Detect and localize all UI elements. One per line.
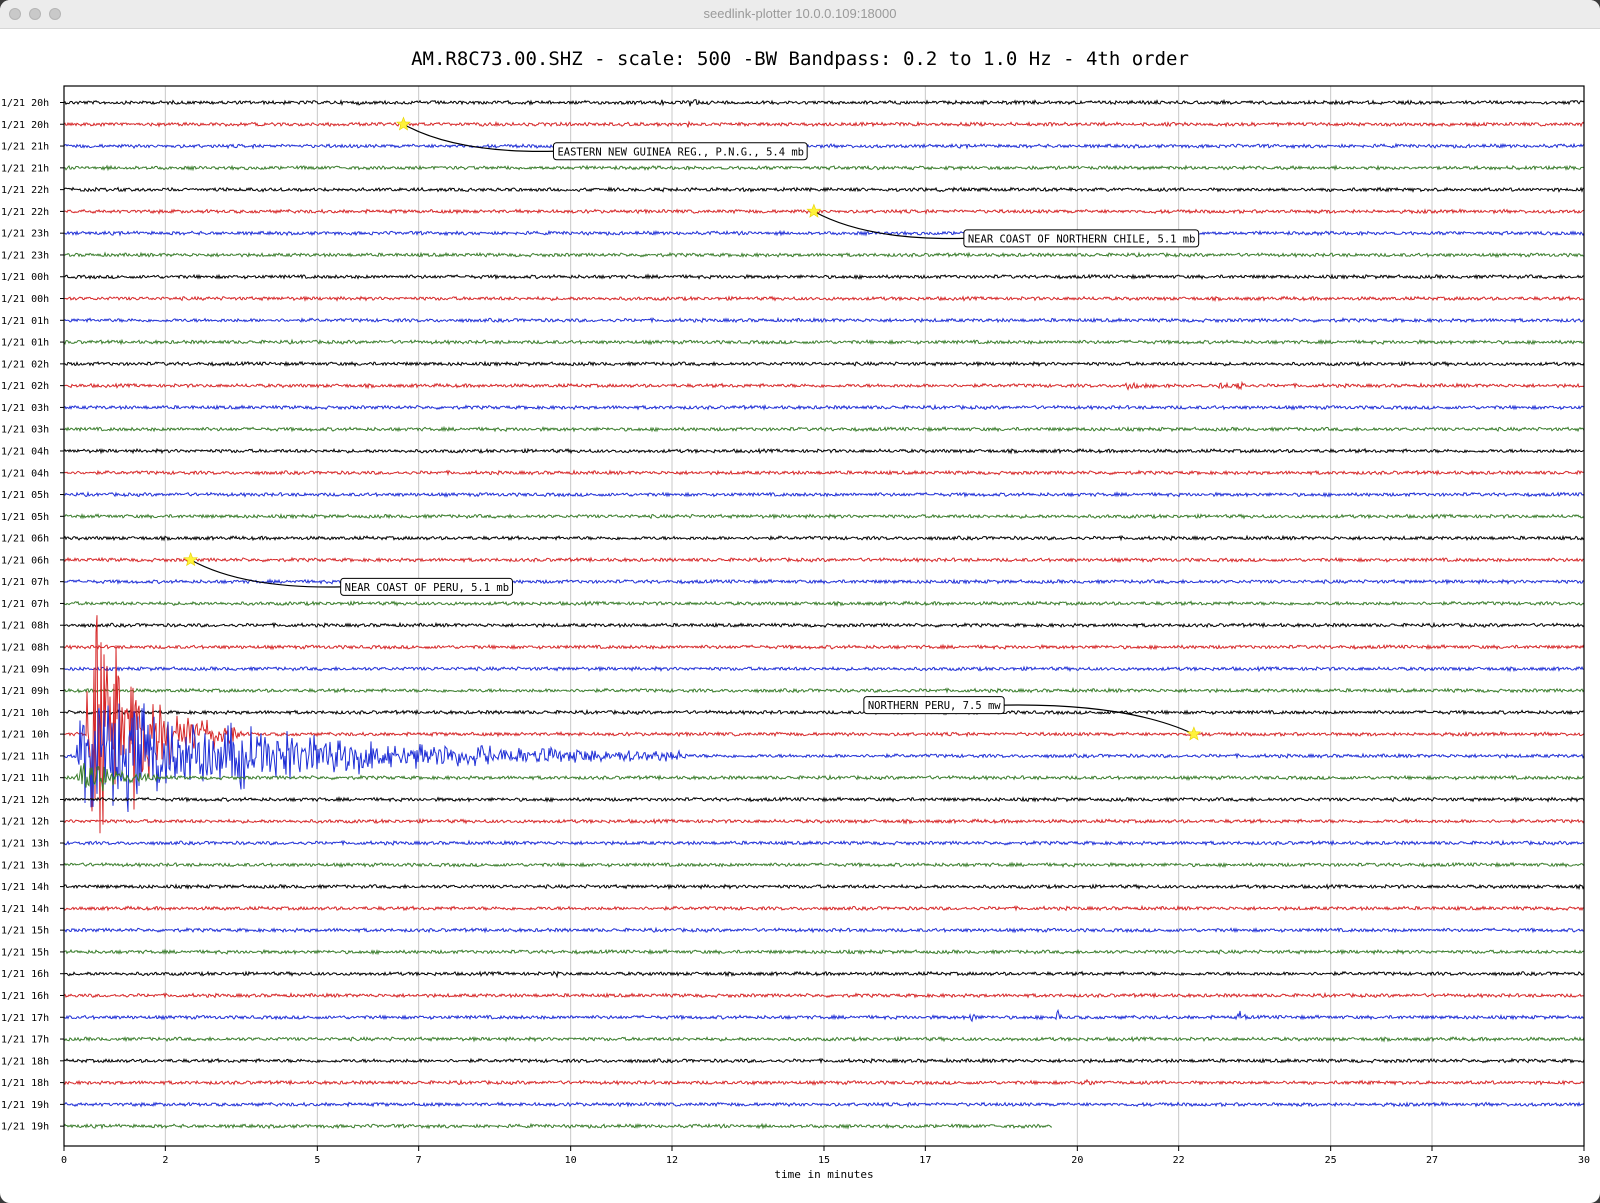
row-label: 1/21 10h <box>1 730 49 741</box>
x-tick-label: 17 <box>919 1155 931 1166</box>
row-label: 1/21 23h <box>1 251 49 262</box>
row-label: 1/21 07h <box>1 577 49 588</box>
row-label: 1/21 19h <box>1 1122 49 1133</box>
row-label: 1/21 11h <box>1 773 49 784</box>
x-tick-label: 10 <box>565 1155 577 1166</box>
row-label: 1/21 01h <box>1 338 49 349</box>
row-label: 1/21 05h <box>1 490 49 501</box>
x-tick-label: 25 <box>1325 1155 1337 1166</box>
x-axis-label: time in minutes <box>774 1168 873 1181</box>
row-label: 1/21 10h <box>1 708 49 719</box>
row-label: 1/21 12h <box>1 795 49 806</box>
row-label: 1/21 15h <box>1 926 49 937</box>
row-label: 1/21 20h <box>1 120 49 131</box>
chart-title: AM.R8C73.00.SHZ - scale: 500 -BW Bandpas… <box>411 48 1189 70</box>
row-label: 1/21 14h <box>1 904 49 915</box>
row-label: 1/21 15h <box>1 947 49 958</box>
event-star-icon <box>1186 726 1202 741</box>
x-tick-label: 30 <box>1578 1155 1590 1166</box>
row-label: 1/21 18h <box>1 1078 49 1089</box>
x-axis: 0 2 5 7 10 12 15 17 20 22 25 27 30 <box>61 1146 1590 1166</box>
row-label: 1/21 20h <box>1 98 49 109</box>
row-label: 1/21 17h <box>1 1013 49 1024</box>
row-label: 1/21 03h <box>1 425 49 436</box>
event-label: NORTHERN PERU, 7.5 mw <box>868 700 1001 712</box>
row-label: 1/21 22h <box>1 207 49 218</box>
grid-lines <box>164 86 1433 1146</box>
row-label: 1/21 21h <box>1 142 49 153</box>
row-label: 1/21 03h <box>1 403 49 414</box>
row-label: 1/21 09h <box>1 686 49 697</box>
row-label: 1/21 00h <box>1 294 49 305</box>
row-label: 1/21 13h <box>1 860 49 871</box>
row-label: 1/21 11h <box>1 751 49 762</box>
row-label: 1/21 07h <box>1 599 49 610</box>
row-label: 1/21 00h <box>1 272 49 283</box>
x-tick-label: 2 <box>162 1155 168 1166</box>
row-label: 1/21 17h <box>1 1035 49 1046</box>
event-label: EASTERN NEW GUINEA REG., P.N.G., 5.4 mb <box>557 146 804 158</box>
event-leader-line <box>190 559 341 588</box>
row-label: 1/21 22h <box>1 185 49 196</box>
title-bar[interactable]: seedlink-plotter 10.0.0.109:18000 <box>0 0 1600 29</box>
event-leader-line <box>1004 704 1195 735</box>
event-label: NEAR COAST OF PERU, 5.1 mb <box>345 582 509 594</box>
row-label: 1/21 08h <box>1 621 49 632</box>
window-title: seedlink-plotter 10.0.0.109:18000 <box>703 6 897 21</box>
event-star-icon <box>183 552 199 567</box>
row-label: 1/21 02h <box>1 381 49 392</box>
row-label: 1/21 13h <box>1 839 49 850</box>
row-label: 1/21 16h <box>1 969 49 980</box>
x-tick-label: 20 <box>1071 1155 1083 1166</box>
row-label: 1/21 06h <box>1 534 49 545</box>
event-star-icon <box>806 203 822 218</box>
x-tick-label: 5 <box>314 1155 320 1166</box>
x-tick-label: 12 <box>666 1155 678 1166</box>
row-label: 1/21 04h <box>1 468 49 479</box>
row-label: 1/21 14h <box>1 882 49 893</box>
row-label: 1/21 08h <box>1 643 49 654</box>
seismogram-chart: AM.R8C73.00.SHZ - scale: 500 -BW Bandpas… <box>1 48 1590 1181</box>
x-tick-label: 15 <box>818 1155 830 1166</box>
row-label: 1/21 01h <box>1 316 49 327</box>
row-label: 1/21 19h <box>1 1100 49 1111</box>
row-label: 1/21 02h <box>1 359 49 370</box>
row-label: 1/21 16h <box>1 991 49 1002</box>
x-tick-label: 0 <box>61 1155 67 1166</box>
row-labels: 1/21 20h 1/21 20h 1/21 21h 1/21 21h 1/21 22h… <box>1 98 64 1133</box>
row-label: 1/21 06h <box>1 555 49 566</box>
event-star-icon <box>395 116 411 131</box>
row-label: 1/21 21h <box>1 163 49 174</box>
row-label: 1/21 23h <box>1 229 49 240</box>
x-tick-label: 27 <box>1426 1155 1438 1166</box>
x-tick-label: 22 <box>1173 1155 1185 1166</box>
trace-line <box>63 1122 1052 1130</box>
app-window: seedlink-plotter 10.0.0.109:18000 AM.R8C… <box>0 0 1600 1203</box>
row-label: 1/21 04h <box>1 447 49 458</box>
row-label: 1/21 09h <box>1 664 49 675</box>
x-tick-label: 7 <box>416 1155 422 1166</box>
row-label: 1/21 05h <box>1 512 49 523</box>
event-label: NEAR COAST OF NORTHERN CHILE, 5.1 mb <box>968 233 1196 245</box>
row-label: 1/21 18h <box>1 1056 49 1067</box>
row-label: 1/21 12h <box>1 817 49 828</box>
